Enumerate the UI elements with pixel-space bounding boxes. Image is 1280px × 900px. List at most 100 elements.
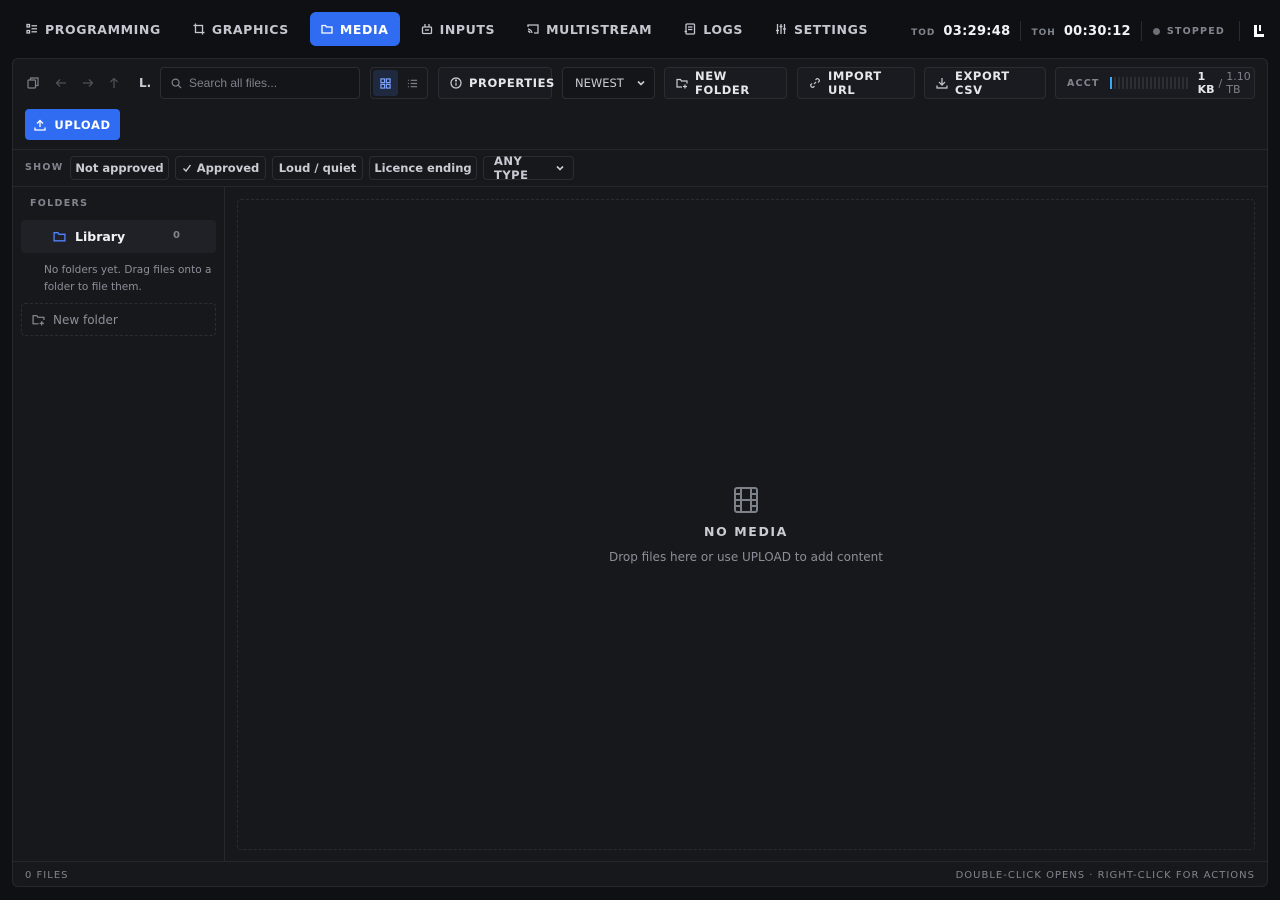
tab-label: MEDIA — [339, 21, 389, 37]
tab-logs[interactable]: LOGS — [673, 12, 754, 46]
list-icon — [407, 78, 418, 89]
grid-view-button[interactable] — [373, 70, 398, 96]
arrow-up-icon — [108, 77, 120, 89]
folder-count: 0 — [173, 230, 180, 241]
info-icon — [450, 77, 462, 89]
search-icon — [171, 78, 182, 89]
upload-icon — [34, 119, 47, 131]
usage-segment — [1185, 77, 1188, 89]
folders-hint: No folders yet. Drag files onto a folder… — [44, 264, 212, 293]
new-folder-label: NEW FOLDER — [695, 69, 750, 97]
usage-segment — [1141, 77, 1144, 89]
usage-segment — [1121, 77, 1124, 89]
upload-label: UPLOAD — [54, 117, 111, 132]
tab-programming[interactable]: PROGRAMMING — [15, 12, 172, 46]
properties-button[interactable]: PROPERTIES — [438, 67, 554, 99]
folder-plus-icon — [32, 313, 45, 326]
filter-loud-quiet[interactable]: Loud / quiet — [272, 156, 363, 180]
tab-inputs[interactable]: INPUTS — [410, 12, 507, 46]
usage-segment — [1181, 77, 1184, 89]
tab-settings[interactable]: SETTINGS — [764, 12, 879, 46]
status-footer: 0 FILES DOUBLE-CLICK OPENS · RIGHT-CLICK… — [13, 861, 1267, 886]
status-area: TOD 03:29:48 TOH 00:30:12 STOPPED — [901, 19, 1268, 43]
show-label: SHOW — [25, 162, 64, 173]
export-csv-label: EXPORT CSV — [955, 69, 1010, 97]
frame-icon — [193, 23, 205, 35]
type-select[interactable]: ANY TYPE — [483, 154, 574, 182]
import-url-button[interactable]: IMPORT URL — [797, 67, 915, 99]
folder-item-library[interactable]: Library 0 — [21, 220, 216, 253]
search-input[interactable] — [189, 76, 349, 90]
forward-button[interactable] — [78, 73, 98, 93]
status-badge: STOPPED — [1142, 26, 1239, 37]
usage-segment — [1145, 77, 1148, 89]
chip-label: Not approved — [75, 161, 164, 175]
grid-icon — [380, 77, 391, 89]
top-navigation: PROGRAMMING GRAPHICS MEDIA INPUTS MULTIS… — [0, 0, 1280, 58]
up-button[interactable] — [104, 73, 124, 93]
sort-select[interactable]: NEWEST — [562, 67, 655, 99]
folders-sidebar: FOLDERS Library 0 No folders yet. Drag f… — [13, 187, 225, 861]
folder-icon — [53, 230, 66, 243]
checkmark-icon — [182, 163, 192, 173]
usage-segment — [1149, 77, 1152, 89]
arrow-left-icon — [55, 77, 67, 89]
chip-label: Loud / quiet — [278, 161, 357, 175]
acct-used: 1 KB — [1197, 70, 1215, 96]
filter-approved[interactable]: Approved — [175, 156, 266, 180]
log-icon — [684, 23, 696, 35]
tab-graphics[interactable]: GRAPHICS — [182, 12, 300, 46]
empty-title: NO MEDIA — [704, 524, 788, 539]
usage-segment — [1165, 77, 1168, 89]
import-url-label: IMPORT URL — [828, 69, 882, 97]
usage-segment — [1125, 77, 1128, 89]
tab-multistream[interactable]: MULTISTREAM — [516, 12, 663, 46]
upload-button[interactable]: UPLOAD — [25, 109, 120, 140]
usage-segment — [1153, 77, 1156, 89]
toolbar: L. PROPERTIES NEWEST — [13, 59, 1267, 150]
cast-icon — [527, 23, 539, 35]
file-count: 0 FILES — [25, 870, 69, 881]
acct-total: 1.10 TB — [1226, 70, 1251, 96]
usage-segment — [1137, 77, 1140, 89]
acct-label: ACCT — [1067, 77, 1100, 89]
folder-icon — [321, 23, 333, 35]
filter-bar: SHOW Not approved Approved Loud / quiet … — [13, 150, 1267, 187]
empty-state: NO MEDIA Drop files here or use UPLOAD t… — [238, 486, 1254, 564]
export-csv-button[interactable]: EXPORT CSV — [924, 67, 1046, 99]
tod-label: TOD — [911, 27, 936, 38]
usage-segment — [1173, 77, 1176, 89]
chip-label: Licence ending — [374, 161, 472, 175]
divider — [1239, 21, 1240, 41]
tab-label: INPUTS — [439, 21, 496, 37]
sort-value: NEWEST — [575, 76, 624, 90]
back-button[interactable] — [51, 73, 71, 93]
folder-name: Library — [75, 229, 126, 244]
chevron-down-icon — [555, 163, 565, 173]
link-icon — [809, 77, 821, 89]
toh-label: TOH — [1031, 27, 1056, 38]
usage-segment — [1169, 77, 1172, 89]
tab-media[interactable]: MEDIA — [309, 12, 400, 46]
filter-not-approved[interactable]: Not approved — [70, 156, 169, 180]
footer-hint: DOUBLE-CLICK OPENS · RIGHT-CLICK FOR ACT… — [955, 870, 1255, 881]
breadcrumb[interactable]: L. — [139, 67, 151, 99]
acct-separator: / — [1218, 76, 1223, 90]
empty-hint: Drop files here or use UPLOAD to add con… — [608, 550, 883, 564]
brand-logo-icon — [1250, 22, 1268, 40]
library-toggle-button[interactable] — [23, 73, 43, 93]
tod-clock: TOD 03:29:48 — [901, 24, 1020, 39]
input-icon — [421, 23, 433, 35]
new-folder-item[interactable]: New folder — [21, 303, 216, 336]
media-drop-zone[interactable]: NO MEDIA Drop files here or use UPLOAD t… — [237, 199, 1255, 850]
usage-segment — [1113, 77, 1116, 89]
copy-icon — [27, 77, 39, 89]
new-folder-button[interactable]: NEW FOLDER — [664, 67, 787, 99]
usage-segment — [1161, 77, 1164, 89]
media-panel: L. PROPERTIES NEWEST — [12, 58, 1268, 887]
usage-segment — [1109, 77, 1112, 89]
list-view-button[interactable] — [400, 70, 425, 96]
folder-plus-icon — [676, 77, 688, 89]
tab-label: MULTISTREAM — [546, 21, 653, 37]
filter-licence-ending[interactable]: Licence ending — [369, 156, 477, 180]
